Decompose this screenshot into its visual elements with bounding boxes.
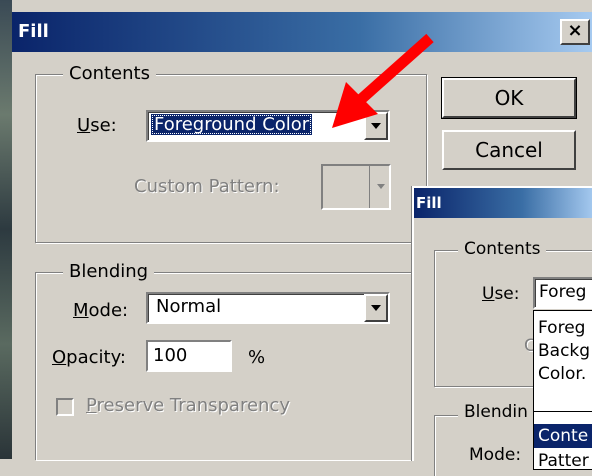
opacity-field[interactable]: 100 <box>146 340 232 372</box>
use-dropdown-value: Foreg <box>539 282 587 302</box>
opacity-label: Opacity: <box>52 347 126 368</box>
contents-group-label: Contents <box>63 63 156 84</box>
preserve-transparency-label: Preserve Transparency <box>86 395 290 416</box>
custom-pattern-label: Custom Pattern: <box>134 176 280 197</box>
ok-button[interactable]: OK <box>441 77 577 119</box>
cancel-button[interactable]: Cancel <box>442 130 576 170</box>
mode-dropdown[interactable]: Normal <box>146 292 390 324</box>
chevron-down-icon <box>371 305 381 311</box>
preserve-transparency-checkbox[interactable] <box>56 398 74 416</box>
dialog-title: Fill <box>18 21 49 42</box>
opacity-unit: % <box>248 347 266 368</box>
title-bar: Fill × <box>12 12 592 52</box>
fill-dialog-secondary: Fill Contents Use: Foreg C Blendin Mode:… <box>412 186 592 476</box>
dropdown-option-foreground[interactable]: Foreg <box>538 318 585 338</box>
dropdown-option-background[interactable]: Backg <box>538 341 590 361</box>
dropdown-option-pattern[interactable]: Patter <box>538 451 589 471</box>
close-button[interactable]: × <box>560 19 590 45</box>
use-label: Use: <box>482 284 520 304</box>
mode-dropdown-arrow[interactable] <box>364 294 388 322</box>
dialog-title: Fill <box>416 194 442 212</box>
use-dropdown-value: Foreground Color <box>151 114 313 135</box>
dropdown-option-color[interactable]: Color. <box>538 364 586 384</box>
dropdown-option-content-aware[interactable]: Conte <box>534 424 592 448</box>
contents-group-label: Contents <box>458 239 547 259</box>
chevron-down-icon <box>377 184 385 189</box>
mode-dropdown-value: Normal <box>156 296 222 317</box>
title-bar: Fill <box>414 188 592 218</box>
mode-label: Mode: <box>73 300 129 321</box>
use-dropdown-list: Foreg Backg Color. Conte Patter <box>533 310 592 471</box>
custom-pattern-picker <box>321 164 391 210</box>
red-arrow-icon <box>332 33 434 128</box>
use-dropdown[interactable]: Foreg <box>533 277 592 309</box>
blending-group-label: Blending <box>63 261 155 282</box>
use-label: Use: <box>77 115 117 136</box>
mode-label: Mode: <box>469 445 522 465</box>
dropdown-separator <box>534 411 592 412</box>
background-photo-edge <box>0 0 12 459</box>
blending-group-label: Blendin <box>458 402 534 422</box>
